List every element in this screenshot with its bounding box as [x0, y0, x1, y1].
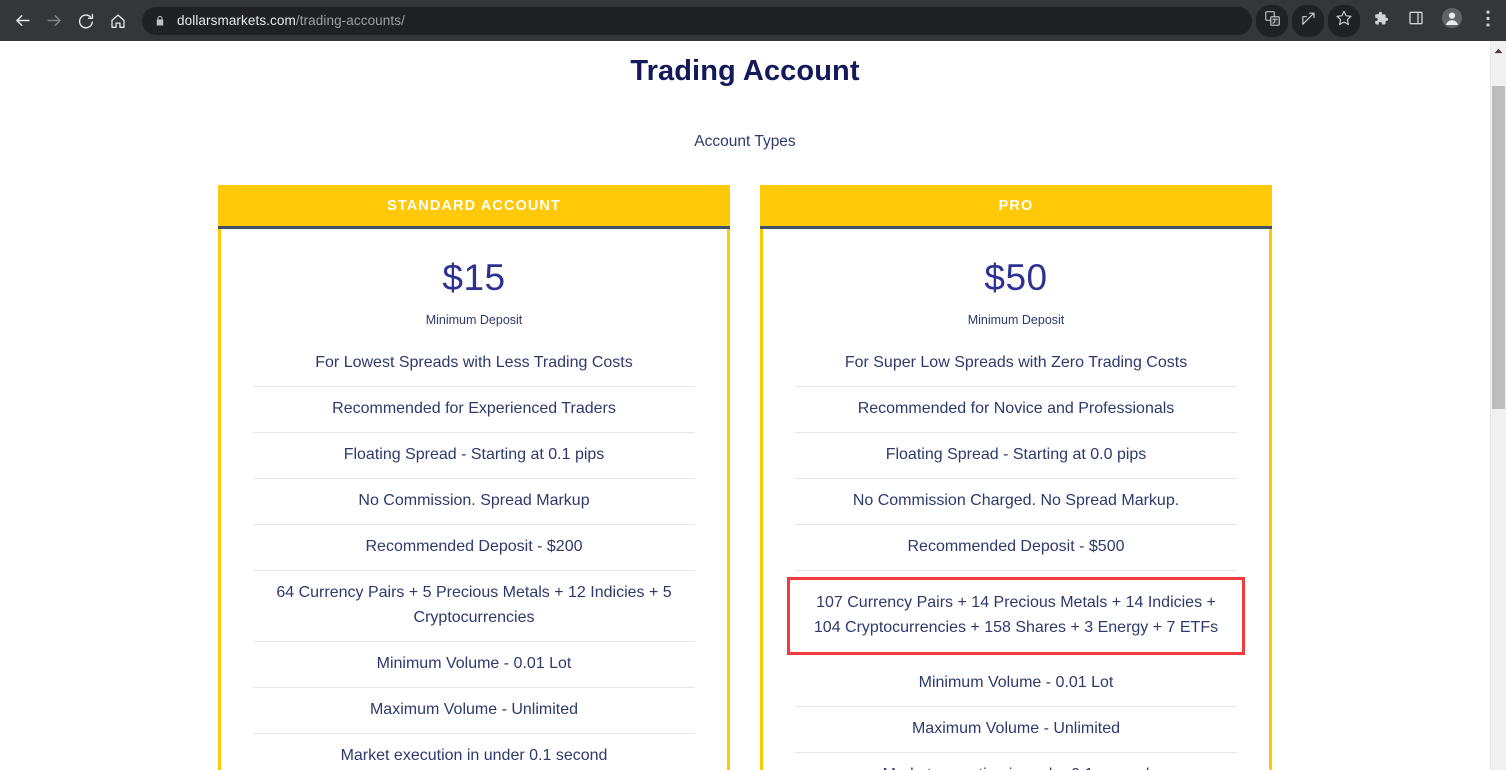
feature-list: For Super Low Spreads with Zero Trading … [787, 341, 1245, 770]
url-path: /trading-accounts/ [295, 13, 405, 28]
account-card-body: $50 Minimum Deposit For Super Low Spreads … [760, 229, 1272, 770]
account-price: $50 [984, 257, 1048, 298]
feature-item: Recommended for Experienced Traders [253, 387, 695, 433]
feature-item: Maximum Volume - Unlimited [253, 688, 695, 735]
account-card-header: PRO [760, 185, 1272, 229]
bookmark-star-icon [1335, 9, 1353, 32]
page-scrollbar[interactable] [1490, 41, 1506, 770]
three-dot-menu-icon [1486, 9, 1490, 32]
reload-button[interactable] [70, 5, 102, 37]
feature-item: Floating Spread - Starting at 0.1 pips [253, 433, 695, 479]
price-caption: Minimum Deposit [425, 313, 523, 327]
url-domain: dollarsmarkets.com [177, 13, 296, 28]
account-card: PRO $50 Minimum Deposit For Super Low Sprea… [760, 185, 1272, 770]
chrome-menu-button[interactable] [1472, 5, 1504, 37]
feature-item: Minimum Volume - 0.01 Lot [795, 661, 1237, 708]
translate-button[interactable] [1256, 4, 1288, 37]
feature-item: For Lowest Spreads with Less Trading Cos… [253, 341, 695, 387]
feature-item: Recommended Deposit - $500 [795, 525, 1237, 571]
profile-button[interactable] [1436, 5, 1468, 37]
scrollbar-thumb[interactable] [1492, 86, 1505, 409]
feature-item: Maximum Volume - Unlimited [795, 707, 1237, 754]
side-panel-button[interactable] [1400, 5, 1432, 37]
side-panel-icon [1408, 10, 1424, 31]
arrow-left-icon [13, 11, 32, 30]
feature-item: Recommended Deposit - $200 [253, 525, 695, 571]
navigation-buttons [0, 5, 134, 37]
extensions-button[interactable] [1364, 5, 1396, 37]
scroll-up-arrow-icon [1494, 41, 1503, 59]
feature-item: Market execution in under 0.1 second [253, 734, 695, 770]
feature-item: Market execution in under 0.1 second [795, 753, 1237, 770]
scroll-up-button[interactable] [1491, 41, 1506, 58]
feature-item: Floating Spread - Starting at 0.0 pips [795, 433, 1237, 479]
feature-item: 64 Currency Pairs + 5 Precious Metals + … [253, 571, 695, 643]
page-content: Trading Account Account Types STANDARD A… [0, 41, 1490, 770]
toolbar-actions [1254, 4, 1506, 37]
price-caption: Minimum Deposit [967, 313, 1065, 327]
share-button[interactable] [1292, 4, 1324, 37]
account-type-cards: STANDARD ACCOUNT $15 Minimum Deposit For Lo… [0, 185, 1490, 770]
bookmark-button[interactable] [1328, 4, 1360, 37]
feature-item: Recommended for Novice and Professionals [795, 387, 1237, 433]
page-title: Trading Account [630, 55, 860, 87]
address-bar[interactable]: dollarsmarkets.com/trading-accounts/ [142, 6, 1252, 35]
url-text: dollarsmarkets.com/trading-accounts/ [177, 13, 405, 28]
account-card-header: STANDARD ACCOUNT [218, 185, 730, 229]
feature-list: For Lowest Spreads with Less Trading Cos… [253, 341, 695, 770]
feature-item: No Commission Charged. No Spread Markup. [795, 479, 1237, 525]
forward-button[interactable] [38, 5, 70, 37]
browser-toolbar: dollarsmarkets.com/trading-accounts/ [0, 0, 1506, 41]
translate-icon [1264, 10, 1281, 32]
extensions-puzzle-icon [1372, 10, 1389, 32]
feature-item-highlighted: 107 Currency Pairs + 14 Precious Metals … [787, 576, 1245, 656]
feature-item: Minimum Volume - 0.01 Lot [253, 642, 695, 689]
share-icon [1300, 10, 1317, 32]
account-price: $15 [442, 257, 506, 298]
account-card-body: $15 Minimum Deposit For Lowest Spreads wit… [218, 229, 730, 770]
home-icon [109, 12, 127, 30]
arrow-right-icon [45, 11, 64, 30]
home-button[interactable] [102, 5, 134, 37]
reload-icon [77, 12, 95, 30]
lock-icon [154, 14, 166, 28]
account-card: STANDARD ACCOUNT $15 Minimum Deposit For Lo… [218, 185, 730, 770]
section-subtitle: Account Types [694, 133, 796, 150]
feature-item: No Commission. Spread Markup [253, 479, 695, 525]
feature-item: For Super Low Spreads with Zero Trading … [795, 341, 1237, 387]
profile-avatar-icon [1441, 7, 1463, 34]
back-button[interactable] [6, 5, 38, 37]
